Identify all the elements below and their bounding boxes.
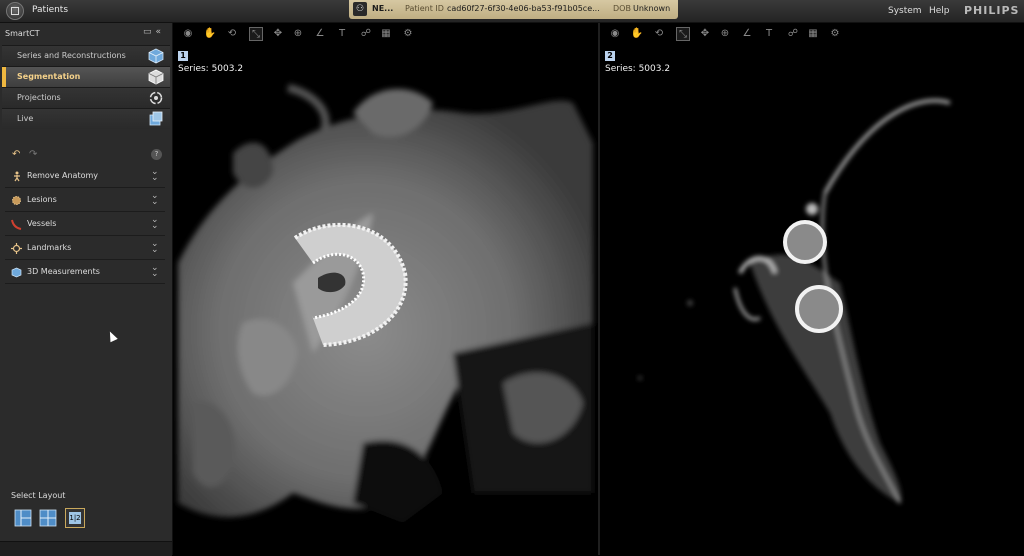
move-icon[interactable]: ✥ — [698, 27, 712, 41]
panel-collapse-icon[interactable]: ▭« — [143, 27, 165, 37]
patient-id-value: cad60f27-6f30-4e06-ba53-f91b05ce... — [447, 4, 600, 13]
tool-label: Landmarks — [27, 243, 72, 252]
lesion-icon — [12, 196, 21, 205]
pan-hand-icon[interactable]: ✋ — [630, 27, 644, 41]
left-panel: SmartCT ▭« Series and Reconstructions Se… — [0, 23, 173, 556]
viewport-number-badge: 1 — [178, 51, 188, 61]
remove-anatomy-icon — [14, 171, 20, 182]
workflow-item-label: Segmentation — [17, 72, 81, 81]
tool-label: Remove Anatomy — [27, 171, 99, 180]
cube-icon — [148, 48, 164, 64]
expand-chevron-icon[interactable]: ⌄ ⌄ — [151, 240, 159, 255]
tool-label: 3D Measurements — [27, 267, 100, 276]
workflow-item-live[interactable]: Live — [2, 108, 170, 129]
left-panel-footer — [0, 541, 172, 556]
series-label: Series: 5003.2 — [178, 64, 244, 74]
pan-hand-icon[interactable]: ✋ — [203, 27, 217, 41]
layout-1-2-icon: 1|2 — [69, 512, 81, 524]
system-menu[interactable]: System — [888, 6, 922, 16]
viewport-1[interactable]: ◉ ✋ ⟲ ⤡ ✥ ⊕ ∠ T ☍ ▦ ⚙ 1 Series: 5003.2 — [173, 23, 598, 555]
patient-card-icon: ⚇ — [353, 2, 367, 16]
panel-title: SmartCT — [5, 29, 40, 38]
orientation-icon[interactable]: ☍ — [359, 27, 373, 41]
expand-chevron-icon[interactable]: ⌄ ⌄ — [151, 168, 159, 183]
layout-2x1-icon[interactable] — [14, 509, 32, 527]
active-accent — [2, 67, 6, 87]
vessel-icon — [11, 219, 22, 230]
zoom-icon[interactable]: ⤡ — [676, 27, 690, 41]
tool-label: Vessels — [27, 219, 57, 228]
rotate-tool-icon[interactable]: ⟲ — [225, 27, 239, 41]
dob-label: DOB — [613, 4, 631, 13]
series-label: Series: 5003.2 — [605, 64, 671, 74]
tool-lesions[interactable]: Lesions ⌄ ⌄ — [5, 189, 165, 212]
segmentation-cube-icon — [148, 69, 164, 85]
palette-icon[interactable]: ▦ — [379, 27, 393, 41]
pointer-icon[interactable]: ◉ — [608, 27, 622, 41]
select-layout-title: Select Layout — [11, 491, 66, 500]
workflow-item-label: Projections — [17, 93, 61, 102]
workflow-item-projections[interactable]: Projections — [2, 87, 170, 108]
undo-redo-row: ↶ ↷ ? — [2, 146, 170, 164]
help-menu[interactable]: Help — [929, 6, 950, 16]
tool-landmarks[interactable]: Landmarks ⌄ ⌄ — [5, 237, 165, 260]
workflow-item-label: Live — [17, 114, 34, 123]
tool-label: Lesions — [27, 195, 57, 204]
layout-2x2-icon[interactable] — [39, 509, 57, 527]
crosshair-icon[interactable]: ⊕ — [291, 27, 305, 41]
expand-chevron-icon[interactable]: ⌄ ⌄ — [151, 192, 159, 207]
viewport-1-toolbar: ◉ ✋ ⟲ ⤡ ✥ ⊕ ∠ T ☍ ▦ ⚙ — [173, 23, 598, 45]
expand-chevron-icon[interactable]: ⌄ ⌄ — [151, 264, 159, 279]
landmark-icon — [11, 243, 22, 254]
workflow-item-label: Series and Reconstructions — [17, 51, 126, 60]
patient-banner[interactable]: ⚇ NE... Patient ID cad60f27-6f30-4e06-ba… — [349, 0, 678, 19]
workflow-item-series-and-reconstructions[interactable]: Series and Reconstructions — [2, 45, 170, 66]
settings-icon[interactable]: ⚙ — [828, 27, 842, 41]
layout-1-2-button[interactable]: 1|2 — [65, 508, 85, 528]
undo-icon[interactable]: ↶ — [12, 149, 20, 160]
patients-home-icon[interactable] — [6, 2, 24, 20]
crosshair-icon[interactable]: ⊕ — [718, 27, 732, 41]
dob-value: Unknown — [633, 4, 671, 13]
brand-logo: PHILIPS — [964, 4, 1020, 17]
patient-name: NE... — [372, 4, 394, 13]
top-bar: Patients ⚇ NE... Patient ID cad60f27-6f3… — [0, 0, 1024, 23]
live-icon — [149, 111, 163, 126]
zoom-icon[interactable]: ⤡ — [249, 27, 263, 41]
move-icon[interactable]: ✥ — [271, 27, 285, 41]
rotate-icon — [149, 91, 163, 105]
help-icon[interactable]: ? — [151, 149, 162, 160]
viewport-2-toolbar: ◉ ✋ ⟲ ⤡ ✥ ⊕ ∠ T ☍ ▦ ⚙ — [600, 23, 1024, 45]
measurement-3d-icon — [11, 267, 22, 278]
viewport-2[interactable]: ◉ ✋ ⟲ ⤡ ✥ ⊕ ∠ T ☍ ▦ ⚙ 2 Series: 5003.2 — [600, 23, 1024, 555]
palette-icon[interactable]: ▦ — [806, 27, 820, 41]
tool-vessels[interactable]: Vessels ⌄ ⌄ — [5, 213, 165, 236]
ct-image-axial[interactable] — [173, 23, 598, 555]
ct-image-sagittal[interactable] — [600, 23, 1024, 555]
text-annotation-icon[interactable]: T — [335, 27, 349, 41]
patients-link[interactable]: Patients — [32, 5, 68, 15]
settings-icon[interactable]: ⚙ — [401, 27, 415, 41]
tool-3d-measurements[interactable]: 3D Measurements ⌄ ⌄ — [5, 261, 165, 284]
patient-id-label: Patient ID — [405, 4, 444, 13]
tool-remove-anatomy[interactable]: Remove Anatomy ⌄ ⌄ — [5, 165, 165, 188]
orientation-icon[interactable]: ☍ — [786, 27, 800, 41]
redo-icon[interactable]: ↷ — [29, 149, 37, 160]
pointer-icon[interactable]: ◉ — [181, 27, 195, 41]
expand-chevron-icon[interactable]: ⌄ ⌄ — [151, 216, 159, 231]
viewport-number-badge: 2 — [605, 51, 615, 61]
workflow-item-segmentation[interactable]: Segmentation — [2, 66, 170, 87]
angle-icon[interactable]: ∠ — [740, 27, 754, 41]
text-annotation-icon[interactable]: T — [762, 27, 776, 41]
rotate-tool-icon[interactable]: ⟲ — [652, 27, 666, 41]
angle-icon[interactable]: ∠ — [313, 27, 327, 41]
mouse-cursor-icon — [106, 329, 118, 343]
